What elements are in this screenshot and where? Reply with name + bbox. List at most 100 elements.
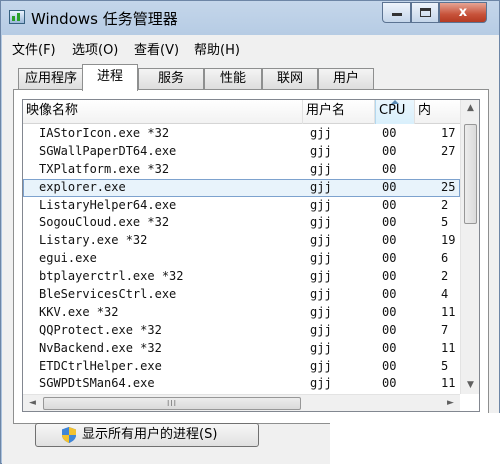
process-list[interactable]: 映像名称 用户名 CPU 内 IAStorIcon.exe *32 gjj 00 17… [22,99,480,412]
tab-networking[interactable]: 联网 [262,68,318,90]
process-row[interactable]: BleServicesCtrl.exe gjj 00 4 [23,286,460,304]
grip-icon: III [166,399,178,408]
process-user: gjj [310,322,332,337]
maximize-button[interactable] [411,2,439,23]
arrow-left-icon: ◄ [29,398,36,408]
process-user: gjj [310,269,332,284]
process-memory: 4 [441,287,449,302]
tab-users[interactable]: 用户 [318,68,374,90]
process-row[interactable]: SGWPDtSMan64.exe gjj 00 11 [23,375,460,393]
scroll-left-button[interactable]: ◄ [23,395,42,411]
task-manager-icon [9,10,25,24]
tab-services[interactable]: 服务 [138,68,204,90]
horizontal-scroll-thumb[interactable]: III [43,397,301,410]
process-user: gjj [310,126,332,140]
show-all-users-label: 显示所有用户的进程(S) [82,427,218,442]
process-memory: 27 [441,143,456,158]
process-memory: 17 [441,126,456,140]
show-all-users-processes-button[interactable]: 显示所有用户的进程(S) [35,423,259,447]
process-cpu: 00 [382,304,397,319]
process-user: gjj [310,376,332,391]
process-user: gjj [310,215,332,230]
scroll-down-button[interactable]: ▼ [461,377,479,394]
process-name: SogouCloud.exe *32 [39,215,170,230]
column-cpu[interactable]: CPU [375,100,415,124]
process-name: TXPlatform.exe *32 [39,161,170,176]
vertical-scroll-thumb[interactable] [464,124,477,224]
title-bar[interactable]: Windows 任务管理器 x [1,1,499,35]
column-memory[interactable]: 内 [415,100,460,124]
maximize-icon [419,8,431,17]
process-row[interactable]: egui.exe gjj 00 6 [23,250,460,268]
column-image-name[interactable]: 映像名称 [23,100,303,124]
process-name: ETDCtrlHelper.exe [39,358,162,373]
tab-processes[interactable]: 进程 [82,64,138,91]
process-name: ListaryHelper64.exe [39,197,177,212]
process-row[interactable]: QQProtect.exe *32 gjj 00 7 [23,322,460,340]
task-manager-window: Windows 任务管理器 x 文件(F) 选项(O) 查看(V) 帮助(H) … [0,0,500,464]
process-name: QQProtect.exe *32 [39,322,162,337]
menu-help[interactable]: 帮助(H) [194,39,240,58]
close-icon: x [458,5,468,20]
tab-strip: 应用程序 进程 服务 性能 联网 用户 [2,60,499,91]
process-cpu: 00 [382,340,397,355]
process-memory: 2 [441,269,449,284]
horizontal-scrollbar[interactable]: ◄ III ► [23,394,460,411]
process-cpu: 00 [382,197,397,212]
process-memory: 11 [441,376,456,391]
process-name: BleServicesCtrl.exe [39,287,177,302]
scroll-right-button[interactable]: ► [441,395,460,411]
process-row[interactable]: SogouCloud.exe *32 gjj 00 5 [23,214,460,232]
process-row[interactable]: ETDCtrlHelper.exe gjj 00 5 [23,358,460,376]
process-user: gjj [310,358,332,373]
process-memory: 5 [441,358,449,373]
minimize-icon [391,13,402,16]
column-user-name[interactable]: 用户名 [303,100,375,124]
process-cpu: 00 [382,322,397,337]
tab-applications[interactable]: 应用程序 [18,68,84,90]
process-memory: 11 [441,304,456,319]
process-memory: 7 [441,322,449,337]
process-row[interactable]: explorer.exe gjj 00 25 [23,178,460,197]
column-cpu-label: CPU [379,103,406,118]
process-cpu: 00 [382,376,397,391]
arrow-right-icon: ► [447,398,454,408]
process-row[interactable]: NvBackend.exe *32 gjj 00 11 [23,340,460,358]
process-cpu: 00 [382,179,397,194]
process-cpu: 00 [382,251,397,266]
process-row[interactable]: TXPlatform.exe *32 gjj 00 [23,161,460,179]
window-title: Windows 任务管理器 [31,10,178,28]
process-memory: 2 [441,197,449,212]
process-name: SGWPDtSMan64.exe [39,376,155,391]
process-user: gjj [310,304,332,319]
process-name: egui.exe [39,251,97,266]
process-row[interactable]: SGWallPaperDT64.exe gjj 00 27 [23,143,460,161]
menu-view[interactable]: 查看(V) [134,39,179,58]
process-rows: IAStorIcon.exe *32 gjj 00 17 SGWallPaperDT64… [23,125,460,393]
process-row[interactable]: ListaryHelper64.exe gjj 00 2 [23,197,460,215]
process-memory: 6 [441,251,449,266]
process-row[interactable]: IAStorIcon.exe *32 gjj 00 17 [23,125,460,143]
close-button[interactable]: x [439,2,487,23]
menu-bar: 文件(F) 选项(O) 查看(V) 帮助(H) [2,35,499,60]
process-row[interactable]: Listary.exe *32 gjj 00 19 [23,232,460,250]
vertical-scrollbar[interactable]: ▲ ▼ [460,100,479,394]
process-cpu: 00 [382,233,397,248]
menu-file[interactable]: 文件(F) [12,39,56,58]
process-user: gjj [310,233,332,248]
process-row[interactable]: btplayerctrl.exe *32 gjj 00 2 [23,268,460,286]
process-row[interactable]: KKV.exe *32 gjj 00 11 [23,304,460,322]
minimize-button[interactable] [382,2,411,23]
uac-shield-icon [62,427,76,443]
process-user: gjj [310,340,332,355]
process-cpu: 00 [382,358,397,373]
process-name: NvBackend.exe *32 [39,340,162,355]
tab-performance[interactable]: 性能 [204,68,262,90]
arrow-up-icon: ▲ [467,103,474,113]
process-cpu: 00 [382,287,397,302]
process-cpu: 00 [382,269,397,284]
process-memory: 19 [441,233,456,248]
scroll-up-button[interactable]: ▲ [461,100,479,117]
menu-options[interactable]: 选项(O) [72,39,118,58]
process-user: gjj [310,197,332,212]
